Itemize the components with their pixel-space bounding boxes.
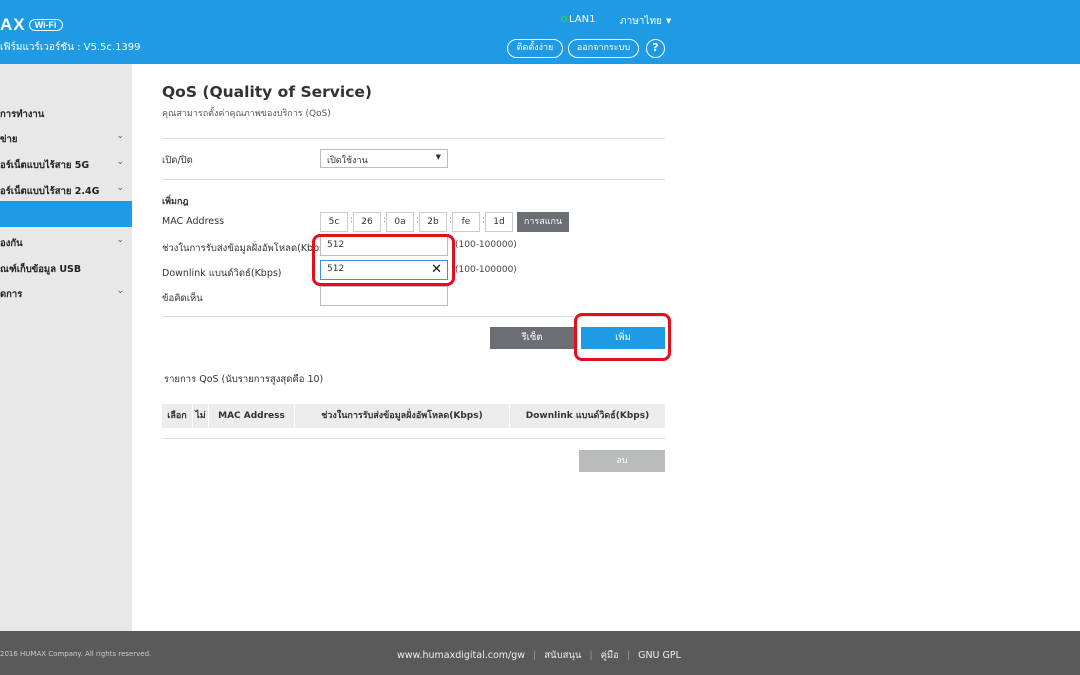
enable-select[interactable]: เปิดใช้งาน ▼ — [320, 149, 448, 168]
humax-logo[interactable]: AX Wi-Fi — [0, 15, 63, 35]
col-mac: MAC Address — [209, 404, 295, 428]
qos-table-header: เลือก ไม่ MAC Address ช่วงในการรับส่งข้อ… — [162, 404, 665, 428]
chevron-down-icon: ⌄ — [116, 235, 124, 245]
sidebar-item-security[interactable]: องกัน ⌄ — [0, 235, 132, 251]
sidebar-item-label: ดการ — [0, 289, 23, 300]
delete-button[interactable]: ลบ — [579, 450, 665, 472]
caret-down-icon: ▼ — [665, 17, 672, 25]
chevron-down-icon: ⌄ — [116, 157, 124, 167]
highlight-add-button — [574, 313, 671, 361]
divider — [162, 179, 665, 180]
top-header: AX Wi-Fi เฟิร์มแวร์เวอร์ชัน : V5.5c.1399 … — [0, 0, 1080, 64]
sidebar-item-management[interactable]: ดการ ⌄ — [0, 286, 132, 302]
lan-status: LAN1 — [561, 14, 595, 25]
comment-label: ข้อคิดเห็น — [162, 293, 203, 304]
page-subtitle: คุณสามารถตั้งค่าคุณภาพของบริการ (QoS) — [162, 109, 331, 119]
firmware-version: เฟิร์มแวร์เวอร์ชัน : V5.5c.1399 — [0, 42, 141, 53]
col-no: ไม่ — [193, 404, 209, 428]
page-title: QoS (Quality of Service) — [162, 83, 372, 101]
uplink-range: (100-100000) — [455, 240, 517, 250]
mac-octet-input[interactable]: 2b — [419, 212, 447, 232]
highlight-bandwidth-fields — [312, 234, 455, 286]
divider — [162, 138, 665, 139]
uplink-label: ช่วงในการรับส่งข้อมูลฝั่งอัพโหลด(Kbps) — [162, 243, 328, 254]
lan-status-label: LAN1 — [569, 14, 596, 25]
mac-address-label: MAC Address — [162, 216, 225, 227]
sidebar-item-wireless-5g[interactable]: อร์เน็ตแบบไร้สาย 5G ⌄ — [0, 157, 132, 173]
col-select: เลือก — [162, 404, 193, 428]
copyright: 2016 HUMAX Company. All rights reserved. — [0, 650, 152, 658]
sidebar-item-active[interactable] — [0, 201, 132, 227]
chevron-down-icon: ⌄ — [116, 131, 124, 141]
wifi-badge: Wi-Fi — [28, 19, 63, 31]
sidebar-item-status[interactable]: การทำงาน — [0, 107, 132, 122]
mac-octet-input[interactable]: 5c — [320, 212, 348, 232]
logout-button[interactable]: ออกจากระบบ — [568, 39, 639, 58]
page-root: AX Wi-Fi เฟิร์มแวร์เวอร์ชัน : V5.5c.1399 … — [0, 0, 1080, 675]
mac-octet-input[interactable]: 26 — [353, 212, 381, 232]
logo-text: AX — [0, 15, 26, 34]
footer-link-website[interactable]: www.humaxdigital.com/gw — [397, 650, 525, 661]
reset-button[interactable]: รีเซ็ต — [490, 327, 574, 349]
sidebar: การทำงาน ข่าย ⌄ อร์เน็ตแบบไร้สาย 5G ⌄ อร… — [0, 64, 132, 631]
mac-octet-input[interactable]: 1d — [485, 212, 513, 232]
footer-links: www.humaxdigital.com/gw | สนับสนุน | คู่มือ |… — [397, 648, 681, 663]
sidebar-item-label: การทำงาน — [0, 109, 45, 120]
scan-button[interactable]: การสแกน — [517, 212, 569, 232]
footer: 2016 HUMAX Company. All rights reserved.… — [0, 631, 1080, 675]
footer-link-gpl[interactable]: GNU GPL — [638, 650, 681, 661]
comment-input[interactable] — [320, 286, 448, 306]
sidebar-item-wireless-24g[interactable]: อร์เน็ตแบบไร้สาย 2.4G ⌄ — [0, 183, 132, 199]
qos-list-title: รายการ QoS (นับรายการสูงสุดคือ 10) — [164, 374, 324, 385]
sidebar-item-label: องกัน — [0, 238, 23, 249]
col-uplink: ช่วงในการรับส่งข้อมูลฝั่งอัพโหลด(Kbps) — [295, 404, 510, 428]
lan-status-dot-icon — [561, 16, 567, 22]
sidebar-item-label: อร์เน็ตแบบไร้สาย 2.4G — [0, 186, 100, 197]
mac-octet-input[interactable]: fe — [452, 212, 480, 232]
sidebar-item-label: อร์เน็ตแบบไร้สาย 5G — [0, 160, 90, 171]
sidebar-item-label: ณฑ์เก็บข้อมูล USB — [0, 264, 82, 275]
sidebar-item-network[interactable]: ข่าย ⌄ — [0, 131, 132, 147]
dropdown-arrow-icon: ▼ — [435, 153, 441, 161]
enable-label: เปิด/ปิด — [162, 155, 193, 166]
col-downlink: Downlink แบนด์วิดธ์(Kbps) — [525, 411, 650, 421]
help-icon[interactable]: ? — [646, 39, 665, 58]
sidebar-item-usb-storage[interactable]: ณฑ์เก็บข้อมูล USB — [0, 262, 132, 277]
chevron-down-icon: ⌄ — [116, 183, 124, 193]
footer-separator: | — [589, 650, 593, 661]
language-label: ภาษาไทย — [620, 16, 662, 27]
footer-link-manual[interactable]: คู่มือ — [601, 650, 619, 661]
footer-separator: | — [533, 650, 537, 661]
easy-setup-button[interactable]: ติดตั้งง่าย — [507, 39, 563, 58]
enable-select-value: เปิดใช้งาน — [327, 156, 368, 166]
downlink-label: Downlink แบนด์วิดธ์(Kbps) — [162, 268, 282, 279]
sidebar-item-label: ข่าย — [0, 134, 18, 145]
footer-link-support[interactable]: สนับสนุน — [544, 650, 581, 661]
language-selector[interactable]: ภาษาไทย ▼ — [620, 14, 671, 29]
chevron-down-icon: ⌄ — [116, 286, 124, 296]
add-rule-heading: เพิ่มกฎ — [162, 197, 189, 207]
mac-octet-input[interactable]: 0a — [386, 212, 414, 232]
footer-separator: | — [626, 650, 631, 661]
divider — [162, 438, 665, 439]
downlink-range: (100-100000) — [455, 265, 517, 275]
